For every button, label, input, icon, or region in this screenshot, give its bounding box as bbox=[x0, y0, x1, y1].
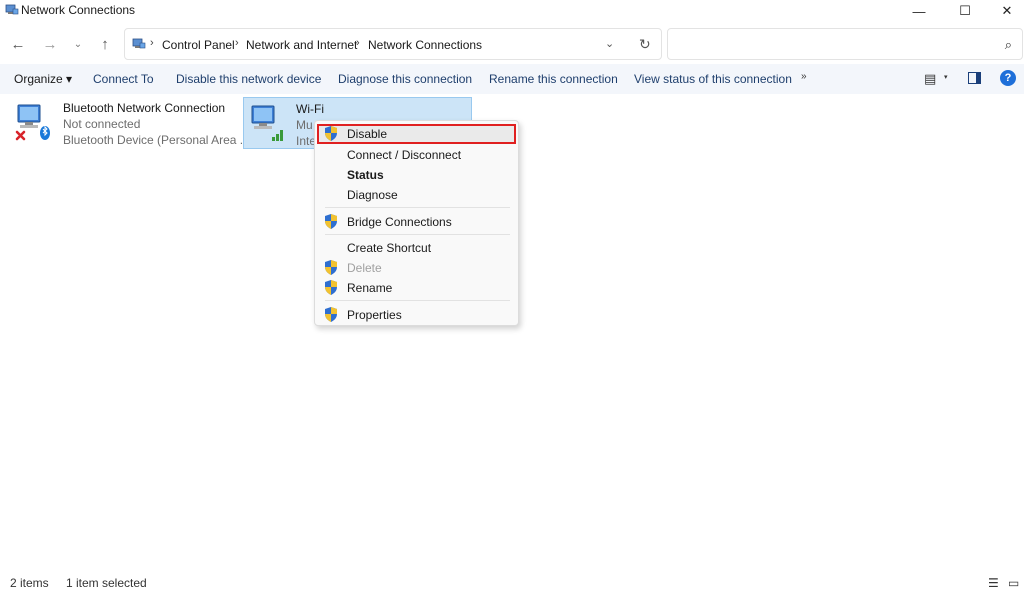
list-item[interactable]: Bluetooth Network Connection Not connect… bbox=[10, 97, 250, 149]
back-arrow-icon[interactable]: ← bbox=[8, 34, 28, 54]
connection-name: Bluetooth Network Connection bbox=[63, 101, 226, 115]
change-view-icon[interactable]: ▤ bbox=[924, 71, 936, 87]
command-bar: Organize ▾ Connect To Disable this netwo… bbox=[0, 64, 1024, 94]
preview-pane-icon[interactable] bbox=[968, 72, 981, 84]
connection-name: Wi-Fi bbox=[296, 102, 324, 116]
forward-arrow-icon[interactable]: → bbox=[40, 34, 60, 54]
refresh-icon[interactable]: ↻ bbox=[639, 36, 651, 53]
title-bar: Network Connections — ☐ ✕ bbox=[0, 0, 1024, 22]
item-count: 2 items bbox=[10, 576, 49, 590]
menu-item-label: Diagnose bbox=[347, 188, 398, 202]
connection-status: Not connected bbox=[63, 117, 141, 131]
wifi-network-icon bbox=[251, 105, 283, 141]
breadcrumb-separator-icon[interactable]: › bbox=[235, 37, 239, 49]
connection-device: Bluetooth Device (Personal Area ... bbox=[63, 133, 250, 147]
menu-item-label: Delete bbox=[347, 261, 382, 275]
menu-item-disable[interactable]: Disable bbox=[317, 124, 516, 144]
menu-item-label: Disable bbox=[347, 127, 388, 141]
breadcrumb-separator-icon[interactable]: › bbox=[150, 37, 154, 49]
menu-item-diagnose[interactable]: Diagnose bbox=[317, 185, 516, 205]
menu-item-connect-disconnect[interactable]: Connect / Disconnect bbox=[317, 145, 516, 165]
help-icon[interactable]: ? bbox=[1000, 70, 1016, 86]
menu-item-label: Properties bbox=[347, 308, 402, 322]
recent-locations-chevron-icon[interactable]: ⌄ bbox=[68, 34, 88, 54]
details-view-icon[interactable]: ☰ bbox=[988, 576, 999, 590]
minimize-button[interactable]: — bbox=[896, 0, 942, 22]
uac-shield-icon bbox=[325, 126, 337, 141]
search-icon[interactable]: ⌕ bbox=[1005, 37, 1012, 53]
menu-item-bridge-connections[interactable]: Bridge Connections bbox=[317, 212, 516, 232]
rename-connection-button[interactable]: Rename this connection bbox=[489, 72, 618, 86]
disable-device-button[interactable]: Disable this network device bbox=[176, 72, 321, 86]
network-connections-icon bbox=[5, 4, 19, 15]
menu-item-label: Status bbox=[347, 168, 384, 182]
breadcrumb-control-panel[interactable]: Control Panel bbox=[162, 38, 235, 52]
menu-separator bbox=[325, 234, 510, 235]
context-menu: Disable Connect / Disconnect Status Diag… bbox=[314, 120, 519, 326]
connection-device: Inte bbox=[296, 134, 316, 148]
tiles-view-icon[interactable]: ▭ bbox=[1008, 576, 1019, 590]
menu-item-label: Rename bbox=[347, 281, 393, 295]
selection-count: 1 item selected bbox=[66, 576, 147, 590]
control-panel-network-icon bbox=[132, 38, 146, 49]
diagnose-connection-button[interactable]: Diagnose this connection bbox=[338, 72, 472, 86]
more-commands-icon[interactable]: » bbox=[801, 71, 807, 82]
uac-shield-icon bbox=[325, 307, 337, 322]
menu-separator bbox=[325, 300, 510, 301]
menu-item-create-shortcut[interactable]: Create Shortcut bbox=[317, 238, 516, 258]
connection-status: Mu bbox=[296, 118, 313, 132]
change-view-dropdown-icon[interactable]: ▾ bbox=[944, 73, 948, 81]
uac-shield-icon bbox=[325, 260, 337, 275]
status-bar: 2 items 1 item selected ☰ ▭ bbox=[0, 571, 1024, 591]
bluetooth-network-icon bbox=[15, 104, 50, 141]
search-input[interactable] bbox=[674, 35, 994, 55]
menu-item-delete: Delete bbox=[317, 258, 516, 278]
window-title: Network Connections bbox=[21, 3, 136, 17]
breadcrumb-network-and-internet[interactable]: Network and Internet bbox=[246, 38, 357, 52]
connect-to-button[interactable]: Connect To bbox=[93, 72, 154, 86]
menu-item-properties[interactable]: Properties bbox=[317, 305, 516, 325]
menu-item-rename[interactable]: Rename bbox=[317, 278, 516, 298]
organize-button[interactable]: Organize ▾ bbox=[14, 72, 72, 86]
maximize-button[interactable]: ☐ bbox=[942, 0, 988, 22]
search-box[interactable]: ⌕ bbox=[667, 28, 1023, 60]
breadcrumb-network-connections[interactable]: Network Connections bbox=[368, 38, 482, 52]
close-button[interactable]: ✕ bbox=[984, 0, 1024, 22]
view-status-button[interactable]: View status of this connection bbox=[634, 72, 792, 86]
uac-shield-icon bbox=[325, 214, 337, 229]
menu-item-label: Connect / Disconnect bbox=[347, 148, 462, 162]
menu-item-label: Bridge Connections bbox=[347, 215, 452, 229]
navigation-bar: ← → ⌄ ↑ › Control Panel › Network and In… bbox=[0, 26, 1024, 62]
breadcrumb-separator-icon[interactable]: › bbox=[356, 37, 360, 49]
uac-shield-icon bbox=[325, 280, 337, 295]
menu-item-label: Create Shortcut bbox=[347, 241, 432, 255]
menu-separator bbox=[325, 207, 510, 208]
menu-item-status[interactable]: Status bbox=[317, 165, 516, 185]
up-arrow-icon[interactable]: ↑ bbox=[95, 34, 115, 54]
address-dropdown-icon[interactable]: ⌄ bbox=[605, 37, 614, 50]
address-bar[interactable]: › Control Panel › Network and Internet ›… bbox=[124, 28, 662, 60]
